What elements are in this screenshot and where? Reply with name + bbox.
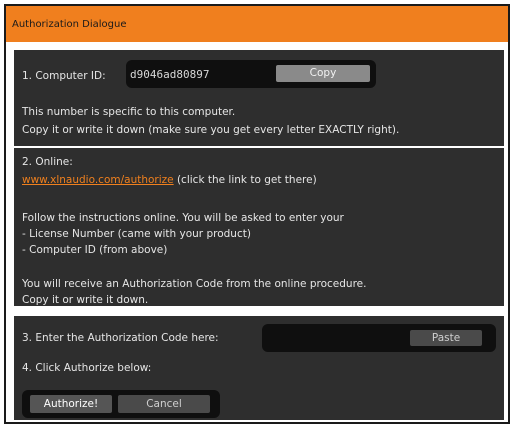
paste-button[interactable]: Paste — [410, 330, 482, 346]
computer-id-section: 1. Computer ID: d9046ad80897 Copy This n… — [14, 50, 504, 146]
computer-id-field: d9046ad80897 Copy — [126, 60, 376, 88]
receive-code-line2: Copy it or write it down. — [22, 294, 149, 306]
cancel-button[interactable]: Cancel — [118, 395, 210, 413]
computer-id-label: 1. Computer ID: — [22, 70, 106, 82]
online-link-line: www.xlnaudio.com/authorize (click the li… — [22, 174, 317, 186]
authorization-dialog: Authorization Dialogue 1. Computer ID: d… — [4, 4, 510, 424]
online-section: 2. Online: www.xlnaudio.com/authorize (c… — [14, 148, 504, 306]
copy-button[interactable]: Copy — [276, 65, 370, 82]
receive-code-line1: You will receive an Authorization Code f… — [22, 278, 367, 290]
authorize-section: 4. Click Authorize below: Authorize! Can… — [14, 360, 504, 420]
action-buttons-group: Authorize! Cancel — [22, 390, 220, 418]
link-hint: (click the link to get there) — [173, 174, 317, 186]
instructions-text: Follow the instructions online. You will… — [22, 212, 344, 224]
computer-id-bullet: - Computer ID (from above) — [22, 244, 168, 256]
authorize-link[interactable]: www.xlnaudio.com/authorize — [22, 174, 174, 186]
computer-id-info-line2: Copy it or write it down (make sure you … — [22, 124, 400, 136]
enter-code-section: 3. Enter the Authorization Code here: Pa… — [14, 316, 504, 360]
computer-id-info-line1: This number is specific to this computer… — [22, 106, 236, 118]
computer-id-value: d9046ad80897 — [130, 68, 210, 81]
title-bar: Authorization Dialogue — [6, 6, 508, 42]
authorize-instruction-label: 4. Click Authorize below: — [22, 362, 152, 374]
license-number-bullet: - License Number (came with your product… — [22, 228, 251, 240]
online-label: 2. Online: — [22, 156, 73, 168]
enter-code-label: 3. Enter the Authorization Code here: — [22, 332, 219, 344]
authorization-code-input[interactable]: Paste — [262, 324, 496, 352]
authorize-button[interactable]: Authorize! — [30, 395, 112, 413]
window-title: Authorization Dialogue — [12, 19, 127, 30]
